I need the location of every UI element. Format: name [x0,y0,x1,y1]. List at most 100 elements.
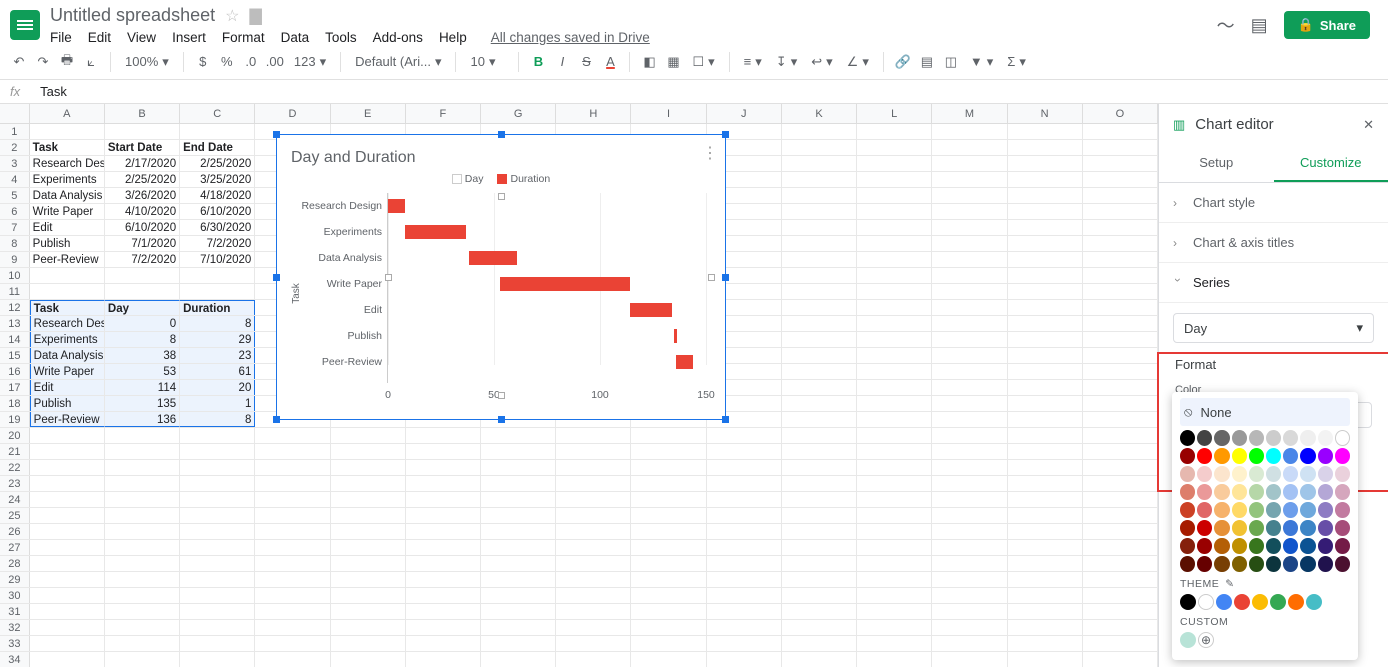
zoom-dropdown[interactable]: 100%▾ [121,52,173,72]
row-header[interactable]: 11 [0,284,30,299]
col-header[interactable]: E [331,104,406,123]
color-swatch[interactable] [1232,466,1247,482]
close-icon[interactable]: ✕ [1363,117,1374,133]
color-swatch[interactable] [1214,538,1229,554]
col-header[interactable]: H [556,104,631,123]
col-header[interactable]: O [1083,104,1158,123]
color-swatch[interactable] [1266,556,1281,572]
text-color-button[interactable]: A [601,54,619,69]
col-header[interactable]: K [782,104,857,123]
chart-bar[interactable] [405,225,466,239]
share-button[interactable]: 🔒 Share [1284,11,1370,39]
color-swatch[interactable] [1335,520,1350,536]
color-swatch[interactable] [1214,484,1229,500]
row-header[interactable]: 21 [0,444,30,459]
color-swatch[interactable] [1318,520,1333,536]
color-swatch[interactable] [1197,448,1212,464]
color-swatch[interactable] [1180,448,1195,464]
row-header[interactable]: 5 [0,188,30,203]
color-swatch[interactable] [1249,484,1264,500]
color-swatch[interactable] [1300,556,1315,572]
color-swatch[interactable] [1214,448,1229,464]
row-header[interactable]: 23 [0,476,30,491]
color-swatch[interactable] [1214,430,1229,446]
color-swatch[interactable] [1300,466,1315,482]
color-swatch[interactable] [1283,556,1298,572]
strike-button[interactable]: S [577,54,595,69]
color-swatch[interactable] [1283,448,1298,464]
series-select[interactable]: Day ▾ [1173,313,1374,343]
color-swatch[interactable] [1318,538,1333,554]
color-swatch[interactable] [1266,430,1281,446]
row-header[interactable]: 3 [0,156,30,171]
row-header[interactable]: 18 [0,396,30,411]
filter-dropdown[interactable]: ▼▾ [966,52,997,72]
row-header[interactable]: 10 [0,268,30,283]
color-swatch[interactable] [1249,502,1264,518]
row-header[interactable]: 19 [0,412,30,427]
spreadsheet-grid[interactable]: A B C D E F G H I J K L M N O 12TaskStar… [0,104,1158,667]
color-swatch[interactable] [1306,594,1322,610]
row-header[interactable]: 31 [0,604,30,619]
edit-icon[interactable]: ✎ [1225,578,1234,590]
col-header[interactable]: L [857,104,932,123]
chart-bar[interactable] [676,355,693,369]
link-icon[interactable]: 🔗 [894,54,912,70]
star-icon[interactable]: ☆ [225,6,239,26]
row-header[interactable]: 24 [0,492,30,507]
color-swatch[interactable] [1232,502,1247,518]
menu-insert[interactable]: Insert [172,30,206,45]
color-swatch[interactable] [1283,538,1298,554]
more-formats-dropdown[interactable]: 123▾ [290,52,330,72]
row-header[interactable]: 4 [0,172,30,187]
chart-menu-icon[interactable]: ⋮ [702,143,717,163]
row-header[interactable]: 32 [0,620,30,635]
row-header[interactable]: 17 [0,380,30,395]
color-swatch[interactable] [1214,520,1229,536]
row-header[interactable]: 22 [0,460,30,475]
color-swatch[interactable] [1249,556,1264,572]
color-swatch[interactable] [1300,520,1315,536]
menu-tools[interactable]: Tools [325,30,357,45]
add-custom-color[interactable]: ⊕ [1198,632,1214,648]
folder-icon[interactable]: ▇ [249,6,261,26]
color-swatch[interactable] [1335,448,1350,464]
color-swatch[interactable] [1283,484,1298,500]
color-swatch[interactable] [1232,430,1247,446]
color-swatch[interactable] [1198,594,1214,610]
save-status[interactable]: All changes saved in Drive [491,30,650,45]
undo-icon[interactable]: ↶ [10,54,28,70]
color-swatch[interactable] [1270,594,1286,610]
color-swatch[interactable] [1318,484,1333,500]
col-header[interactable]: F [406,104,481,123]
menu-help[interactable]: Help [439,30,467,45]
color-swatch[interactable] [1232,538,1247,554]
row-header[interactable]: 27 [0,540,30,555]
explore-icon[interactable]: 〜 [1217,12,1235,38]
row-header[interactable]: 15 [0,348,30,363]
color-swatch[interactable] [1249,520,1264,536]
menu-edit[interactable]: Edit [88,30,111,45]
color-swatch[interactable] [1300,538,1315,554]
paint-format-icon[interactable]: ⟀ [82,54,100,70]
row-header[interactable]: 28 [0,556,30,571]
color-swatch[interactable] [1318,466,1333,482]
col-header[interactable]: I [631,104,706,123]
color-swatch[interactable] [1180,430,1195,446]
section-series[interactable]: ›Series [1159,263,1388,303]
color-swatch[interactable] [1232,520,1247,536]
menu-format[interactable]: Format [222,30,265,45]
color-swatch[interactable] [1266,538,1281,554]
redo-icon[interactable]: ↷ [34,54,52,70]
row-header[interactable]: 16 [0,364,30,379]
comment-icon[interactable]: ▤ [918,54,936,70]
col-header[interactable]: J [707,104,782,123]
color-swatch[interactable] [1232,556,1247,572]
color-swatch[interactable] [1232,448,1247,464]
color-swatch[interactable] [1318,430,1333,446]
comments-icon[interactable]: ▤ [1251,15,1268,36]
color-swatch[interactable] [1180,538,1195,554]
color-swatch[interactable] [1335,502,1350,518]
tab-setup[interactable]: Setup [1159,145,1274,182]
color-swatch[interactable] [1197,502,1212,518]
